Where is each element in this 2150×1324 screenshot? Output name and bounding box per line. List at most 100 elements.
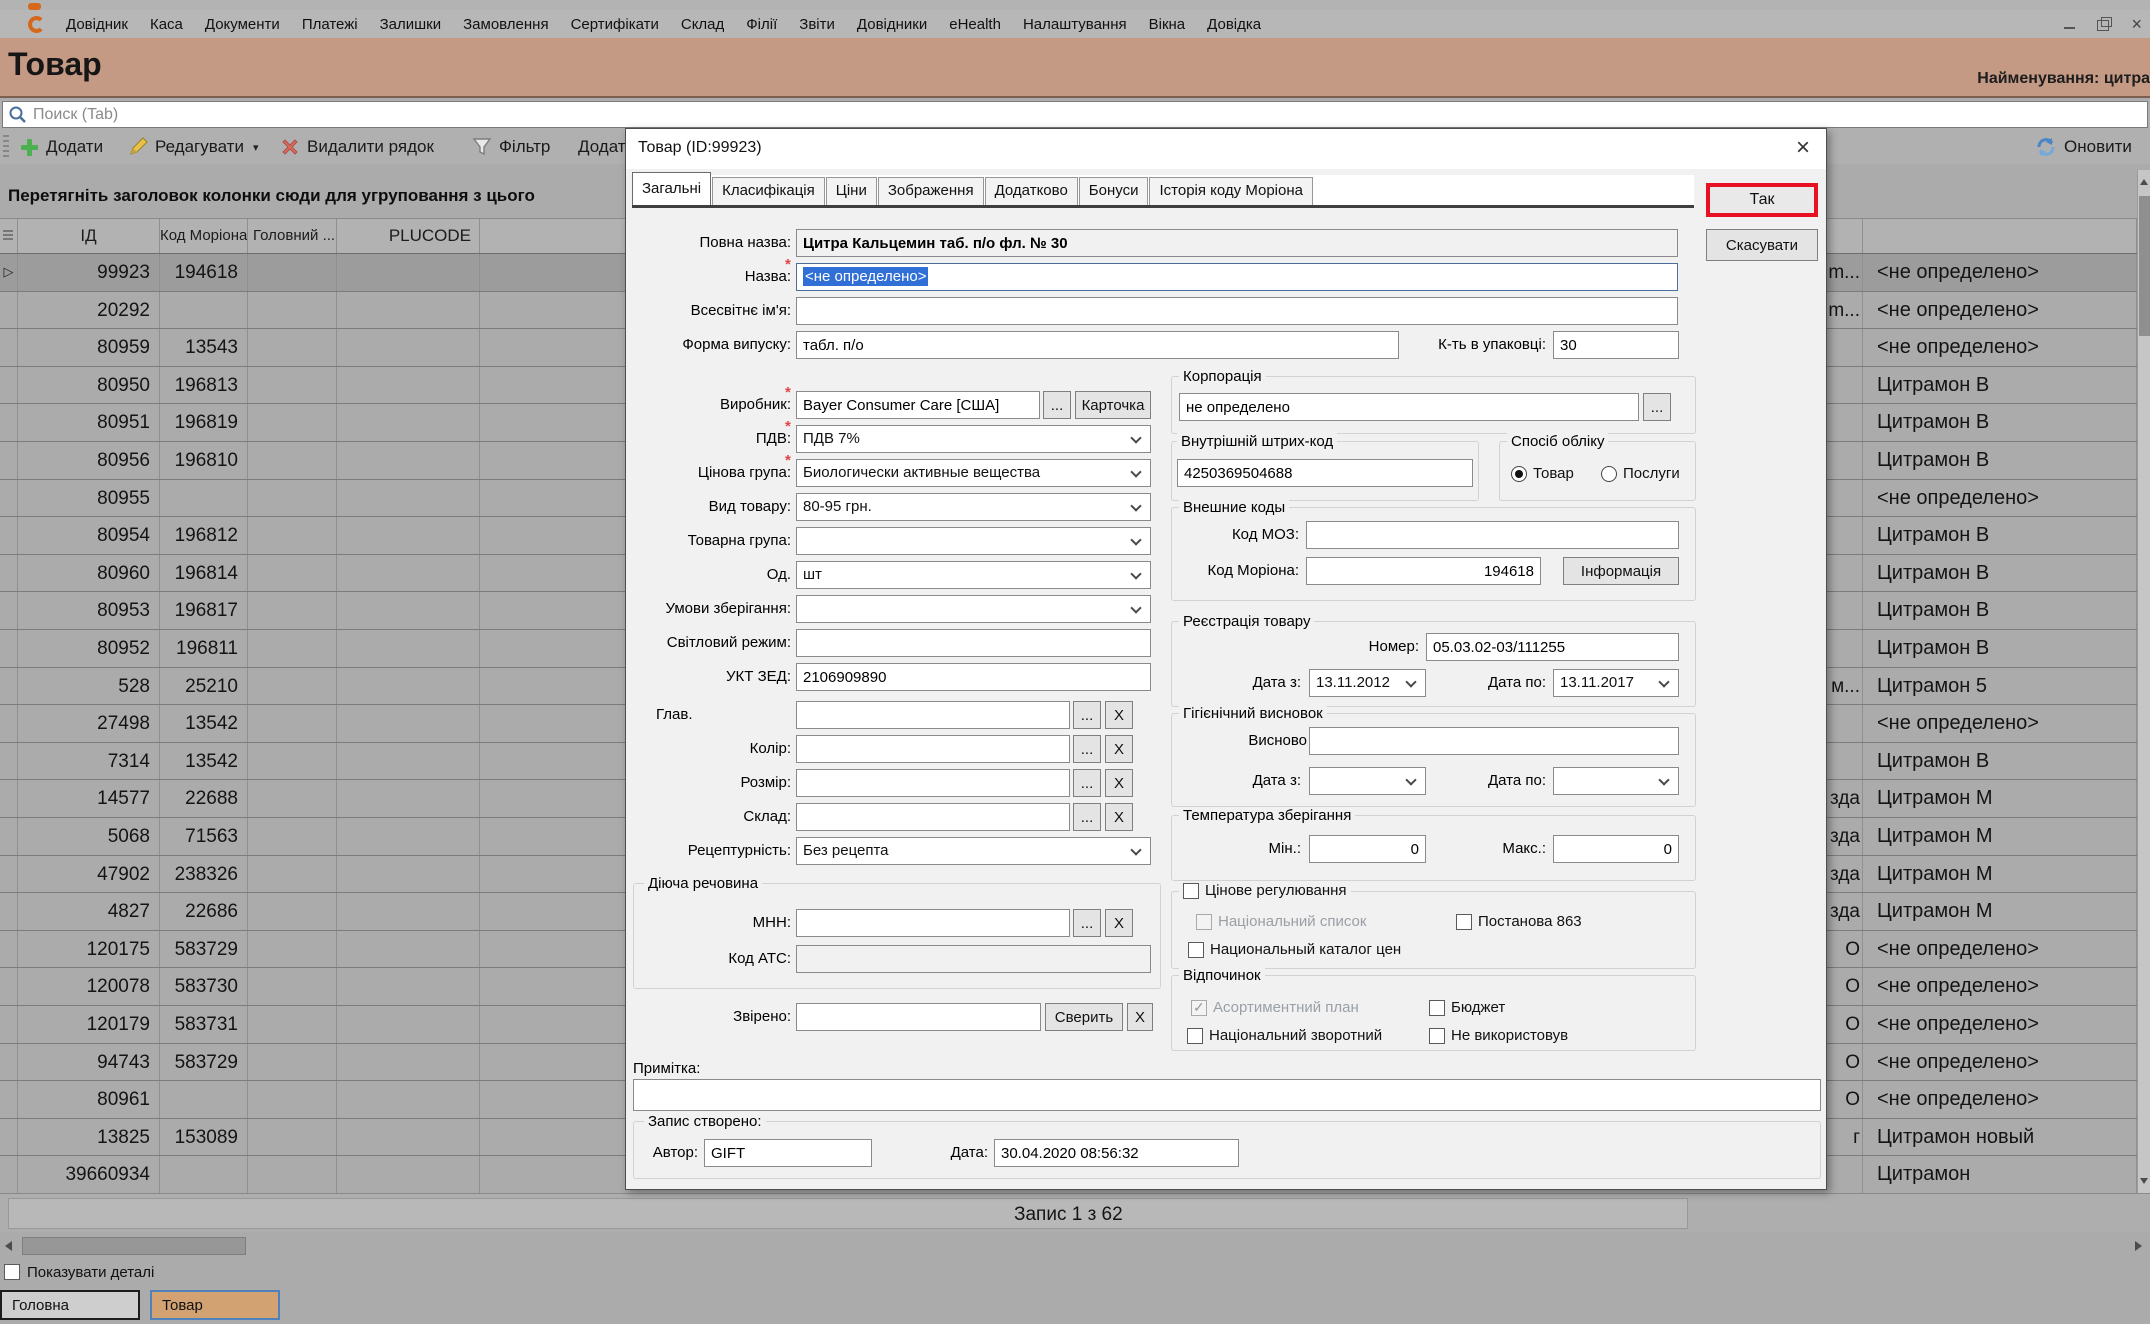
dialog-tab-active[interactable]: Загальні [632, 172, 711, 205]
reg-date-from-picker[interactable]: 13.11.2012 [1309, 669, 1426, 697]
menu-item[interactable]: Філії [735, 16, 788, 33]
dialog-tab-item[interactable]: Зображення [878, 177, 984, 205]
verify-button[interactable]: Сверить [1045, 1003, 1123, 1031]
menu-item[interactable]: Платежі [291, 16, 369, 33]
unit-combo[interactable]: шт [796, 561, 1151, 589]
vertical-scroll-thumb[interactable] [2139, 196, 2150, 336]
color-field[interactable] [796, 735, 1070, 763]
conclusion-field[interactable] [1309, 727, 1679, 755]
add-button[interactable]: Додати [20, 130, 103, 164]
dialog-close-icon[interactable]: × [1796, 134, 1810, 162]
assortment-plan-checkbox[interactable] [1191, 1000, 1207, 1016]
menu-item[interactable]: Залишки [369, 16, 453, 33]
menu-item[interactable]: Склад [670, 16, 735, 33]
search-input[interactable] [33, 103, 2033, 126]
scroll-up-icon[interactable] [2140, 179, 2148, 185]
search-box[interactable] [2, 101, 2148, 128]
full-name-field[interactable] [796, 229, 1678, 257]
scroll-right-button[interactable] [2128, 1236, 2148, 1256]
name-field[interactable]: <не определено> [796, 263, 1678, 291]
morion-code-field[interactable] [1306, 557, 1541, 585]
size-field[interactable] [796, 769, 1070, 797]
dialog-tab-item[interactable]: Історія коду Моріона [1149, 177, 1313, 205]
light-mode-field[interactable] [796, 629, 1151, 657]
storage-combo[interactable] [796, 595, 1151, 623]
minimize-icon[interactable] [2063, 17, 2077, 31]
verified-clear-button[interactable]: X [1127, 1003, 1153, 1031]
menu-item[interactable]: Сертифікати [560, 16, 670, 33]
budget-checkbox[interactable] [1429, 1000, 1445, 1016]
column-header-plucode[interactable]: PLUCODE [337, 219, 480, 253]
edit-button[interactable]: Редагувати ▾ [128, 130, 258, 164]
reg-number-field[interactable] [1426, 633, 1679, 661]
composition-lookup-button[interactable]: ... [1073, 803, 1101, 831]
filter-button[interactable]: Фільтр [472, 130, 550, 164]
release-form-field[interactable] [796, 331, 1399, 359]
glav-lookup-button[interactable]: ... [1073, 701, 1101, 729]
barcode-field[interactable] [1177, 459, 1473, 487]
budget-checkbox-row[interactable]: Бюджет [1429, 999, 1505, 1016]
mnn-field[interactable] [796, 909, 1070, 937]
price-regulation-checkbox-row[interactable]: Цінове регулювання [1179, 882, 1351, 899]
prescription-combo[interactable]: Без рецепта [796, 837, 1151, 865]
price-group-combo[interactable]: Биологически активные вещества [796, 459, 1151, 487]
national-return-checkbox-row[interactable]: Національний зворотний [1187, 1027, 1382, 1044]
author-field[interactable] [704, 1139, 872, 1167]
scroll-down-icon[interactable] [2140, 1178, 2148, 1184]
window-tab-tovar[interactable]: Товар [150, 1290, 280, 1320]
national-list-checkbox[interactable] [1196, 914, 1212, 930]
national-catalog-checkbox-row[interactable]: Национальный каталог цен [1188, 941, 1401, 958]
decree863-checkbox[interactable] [1456, 914, 1472, 930]
national-return-checkbox[interactable] [1187, 1028, 1203, 1044]
menu-item[interactable]: Замовлення [452, 16, 559, 33]
atc-field[interactable] [796, 945, 1151, 973]
menu-item[interactable]: Звіти [788, 16, 846, 33]
composition-clear-button[interactable]: X [1105, 803, 1133, 831]
horizontal-scrollbar[interactable] [0, 1236, 2150, 1256]
menu-item[interactable]: Вікна [1138, 16, 1197, 33]
national-list-checkbox-row[interactable]: Національний список [1196, 913, 1366, 930]
scroll-left-button[interactable] [0, 1236, 20, 1256]
manufacturer-lookup-button[interactable]: ... [1043, 391, 1071, 419]
decree863-checkbox-row[interactable]: Постанова 863 [1456, 913, 1582, 930]
corporation-lookup-button[interactable]: ... [1643, 393, 1671, 421]
menu-item[interactable]: Довідник [55, 16, 139, 33]
column-header-id[interactable]: ІД [18, 219, 160, 253]
product-group-combo[interactable] [796, 527, 1151, 555]
vat-combo[interactable]: ПДВ 7% [796, 425, 1151, 453]
menu-item[interactable]: Документи [194, 16, 291, 33]
column-header-golovny[interactable]: Головний ... [248, 219, 337, 253]
dialog-titlebar[interactable]: Товар (ID:99923) × [626, 129, 1826, 169]
horizontal-scroll-thumb[interactable] [22, 1237, 246, 1255]
column-header-morion[interactable]: Код Моріона [160, 219, 248, 253]
ukt-zed-field[interactable] [796, 663, 1151, 691]
note-field[interactable] [633, 1079, 1821, 1111]
verified-field[interactable] [796, 1003, 1041, 1031]
accounting-goods-radio[interactable]: Товар [1511, 465, 1574, 482]
show-details-checkbox[interactable] [4, 1264, 20, 1280]
window-tab-golovna[interactable]: Головна [0, 1290, 140, 1320]
menu-item[interactable]: Довідники [846, 16, 938, 33]
manufacturer-card-button[interactable]: Карточка [1075, 391, 1151, 419]
not-used-checkbox-row[interactable]: Не використовув [1429, 1027, 1568, 1044]
restore-icon[interactable] [2097, 17, 2111, 31]
not-used-checkbox[interactable] [1429, 1028, 1445, 1044]
menu-item[interactable]: Довідка [1196, 16, 1272, 33]
product-kind-combo[interactable]: 80-95 грн. [796, 493, 1151, 521]
price-regulation-checkbox[interactable] [1183, 883, 1199, 899]
info-button[interactable]: Інформація [1563, 557, 1679, 585]
accounting-services-radio[interactable]: Послуги [1601, 465, 1680, 482]
pack-qty-field[interactable] [1553, 331, 1679, 359]
size-lookup-button[interactable]: ... [1073, 769, 1101, 797]
hyg-date-to-picker[interactable] [1553, 767, 1679, 795]
world-name-field[interactable] [796, 297, 1678, 325]
delete-row-button[interactable]: Видалити рядок [280, 130, 434, 164]
reg-date-to-picker[interactable]: 13.11.2017 [1553, 669, 1679, 697]
dialog-tab-item[interactable]: Додатково [985, 177, 1078, 205]
edit-dropdown-caret-icon[interactable]: ▾ [253, 141, 259, 154]
glav-clear-button[interactable]: X [1105, 701, 1133, 729]
close-icon[interactable]: × [2131, 17, 2142, 31]
created-date-field[interactable] [994, 1139, 1239, 1167]
refresh-button[interactable]: Оновити [2035, 130, 2132, 164]
ok-button[interactable]: Так [1706, 183, 1818, 217]
